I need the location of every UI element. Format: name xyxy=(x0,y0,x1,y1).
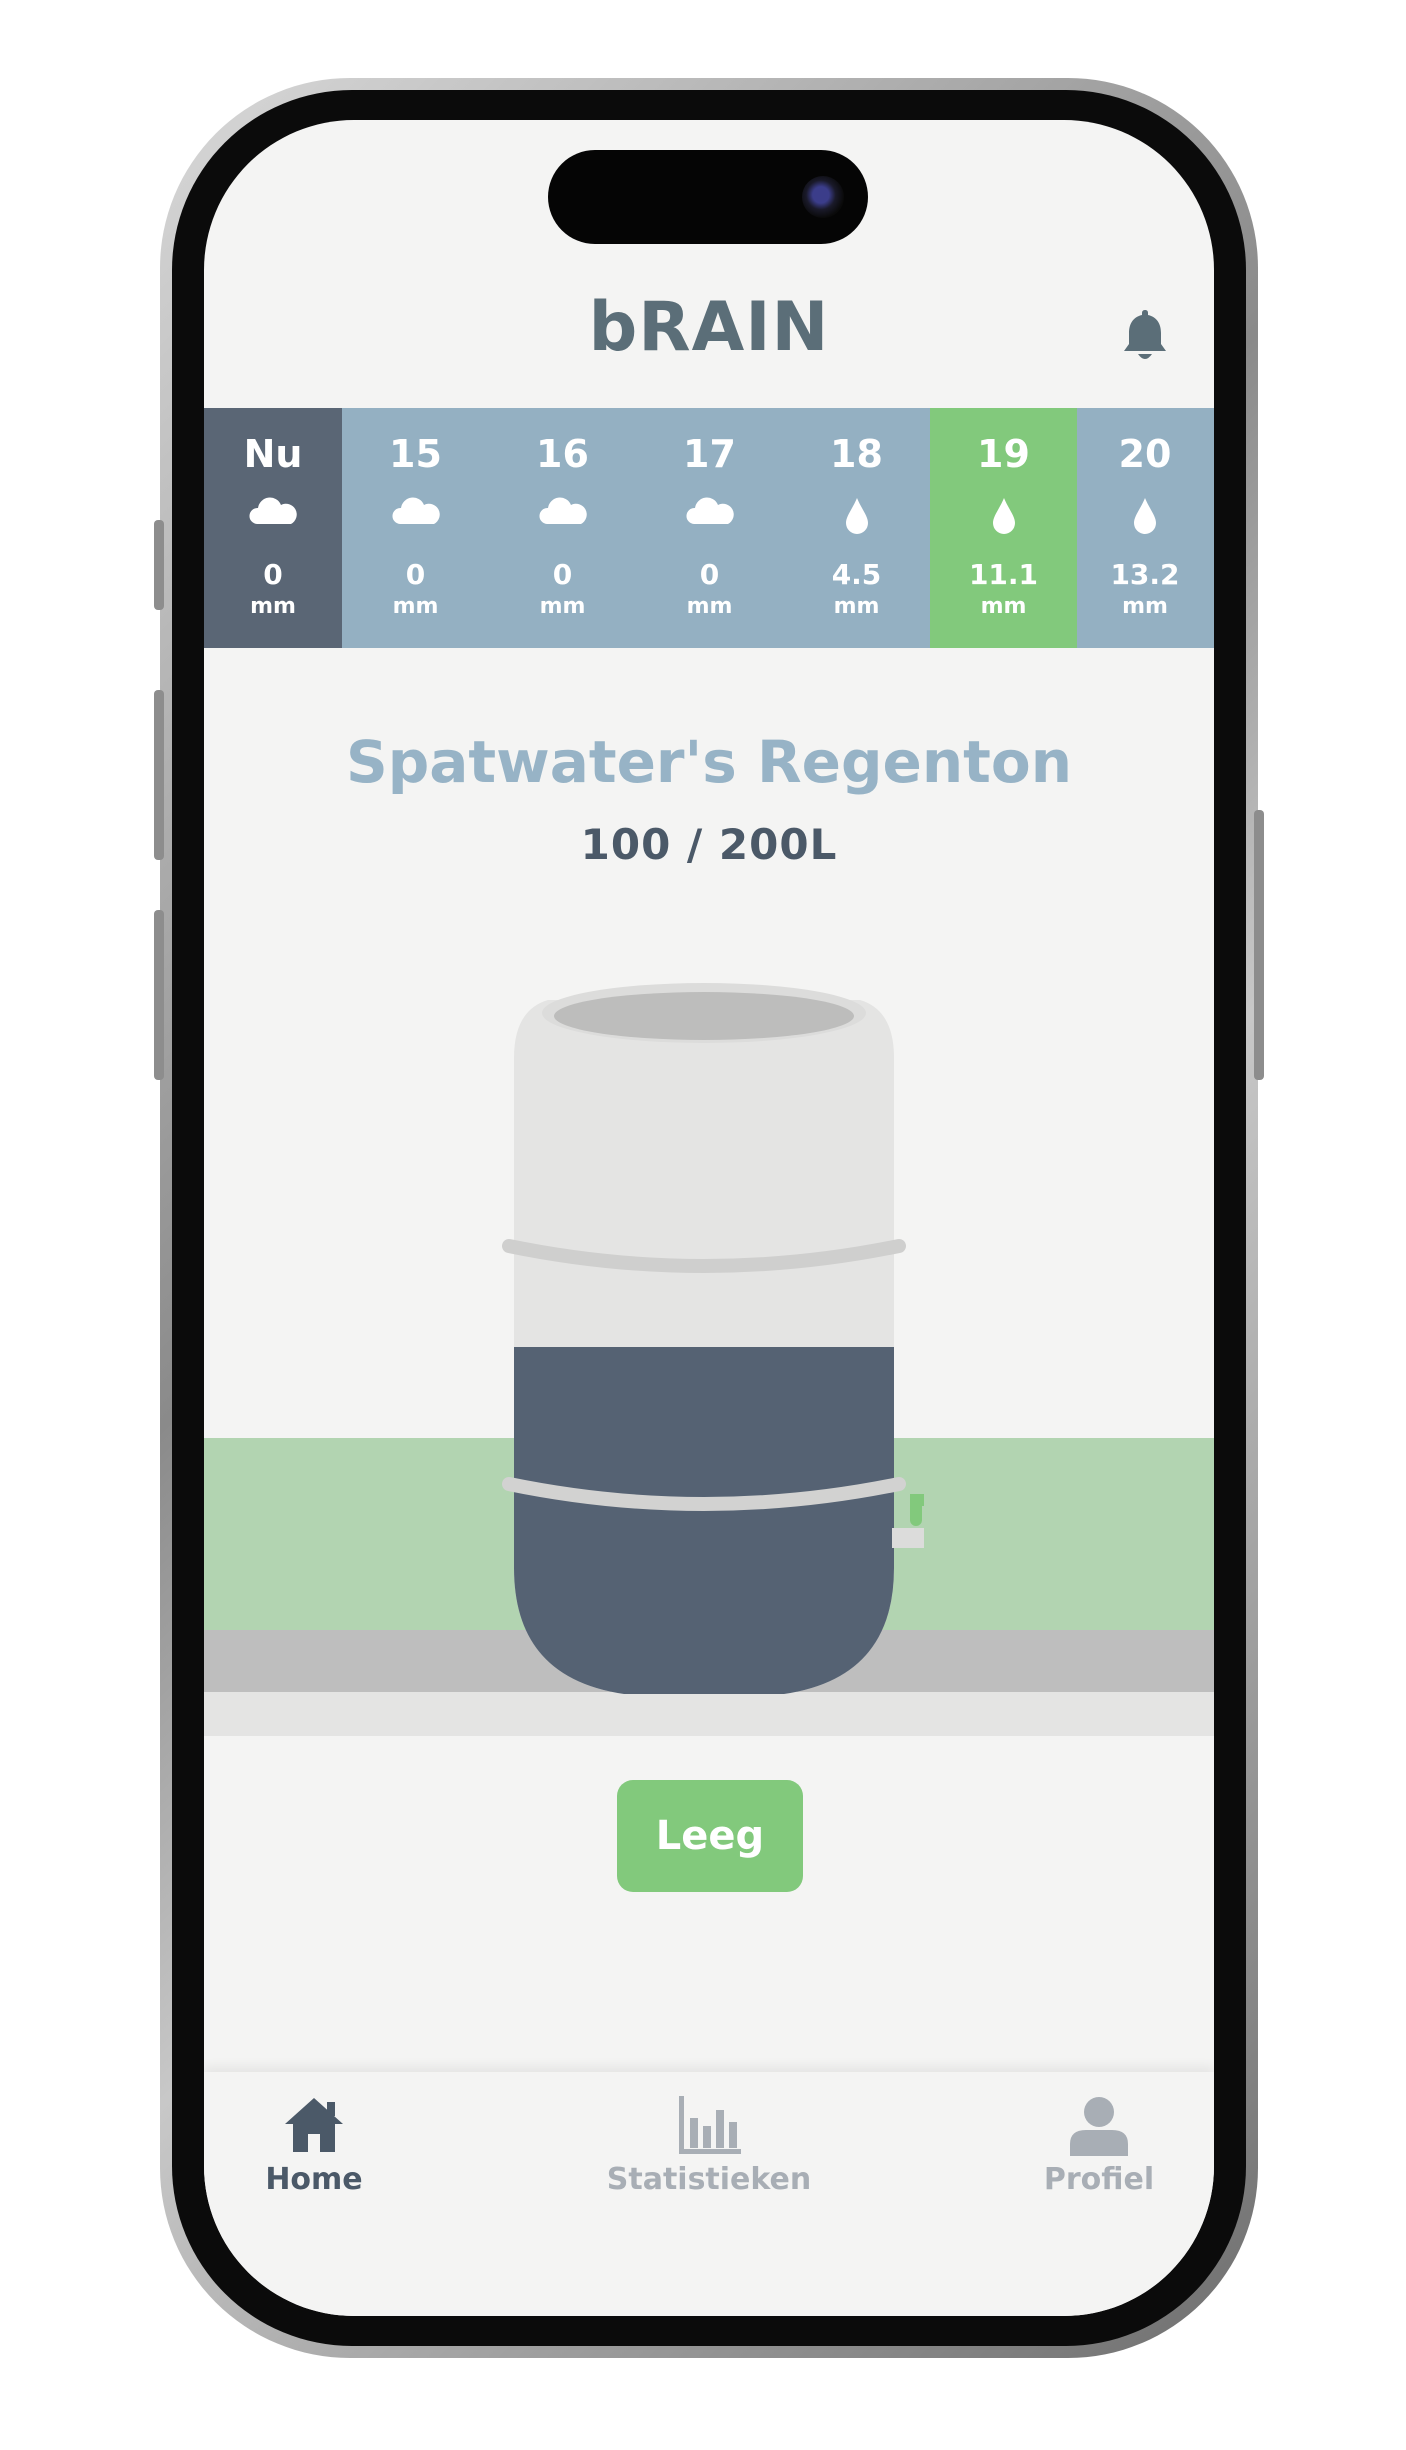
forecast-day-label: Nu xyxy=(243,432,303,476)
tab-statistics[interactable]: Statistieken xyxy=(584,2072,834,2222)
barrel-water-fill xyxy=(514,1347,894,1694)
camera-icon xyxy=(802,176,844,218)
home-icon xyxy=(285,2098,343,2152)
action-button xyxy=(154,520,164,610)
cloud-icon xyxy=(391,497,440,524)
forecast-rain-value: 4.5 xyxy=(831,558,882,591)
raindrop-icon xyxy=(845,498,868,534)
forecast-day-label: 17 xyxy=(683,432,736,476)
volume-up-button xyxy=(154,690,164,860)
forecast-rain-unit: mm xyxy=(539,594,586,619)
forecast-day-20[interactable]: 20 13.2 mm xyxy=(1077,408,1213,648)
cloud-icon xyxy=(685,497,734,524)
forecast-strip: Nu 0 mm 15 0 mm 16 0 mm 17 0 mm 18 4.5 m… xyxy=(204,408,1214,648)
forecast-rain-value: 0 xyxy=(699,558,720,591)
empty-tank-button[interactable]: Leeg xyxy=(617,1780,803,1892)
forecast-rain-unit: mm xyxy=(833,594,880,619)
forecast-day-now[interactable]: Nu 0 mm xyxy=(204,408,342,648)
forecast-rain-unit: mm xyxy=(686,594,733,619)
forecast-day-18[interactable]: 18 4.5 mm xyxy=(783,408,930,648)
forecast-rain-unit: mm xyxy=(980,594,1027,619)
forecast-day-16[interactable]: 16 0 mm xyxy=(489,408,636,648)
dynamic-island xyxy=(548,150,868,244)
forecast-day-15[interactable]: 15 0 mm xyxy=(342,408,489,648)
tap-handle xyxy=(910,1494,924,1526)
user-icon xyxy=(1070,2097,1128,2156)
forecast-day-label: 15 xyxy=(389,432,442,476)
tab-home[interactable]: Home xyxy=(244,2072,384,2222)
tab-statistics-label: Statistieken xyxy=(606,2162,812,2197)
raindrop-icon xyxy=(992,498,1015,534)
raindrop-icon xyxy=(1134,498,1156,534)
forecast-day-19[interactable]: 19 11.1 mm xyxy=(930,408,1077,648)
barrel-opening xyxy=(554,992,854,1040)
cloud-icon xyxy=(538,497,587,524)
forecast-day-17[interactable]: 17 0 mm xyxy=(636,408,783,648)
cloud-icon xyxy=(249,497,297,524)
forecast-day-label: 16 xyxy=(536,432,589,476)
bell-icon[interactable] xyxy=(1120,306,1170,364)
power-button xyxy=(1254,810,1264,1080)
forecast-day-label: 18 xyxy=(830,432,883,476)
tab-home-label: Home xyxy=(265,2162,363,2197)
app-title: bRAIN xyxy=(588,288,830,367)
tap-spout xyxy=(892,1528,924,1548)
volume-down-button xyxy=(154,910,164,1080)
tank-name: Spatwater's Regenton xyxy=(345,728,1073,796)
app-screen: bRAIN Nu 0 mm 15 0 mm 16 0 mm 17 0 mm 18… xyxy=(204,120,1214,2316)
tab-profile[interactable]: Profiel xyxy=(1024,2072,1174,2222)
forecast-rain-unit: mm xyxy=(1122,594,1168,619)
forecast-rain-unit: mm xyxy=(250,594,296,619)
forecast-day-label: 20 xyxy=(1118,432,1172,476)
forecast-rain-value: 0 xyxy=(552,558,573,591)
forecast-rain-value: 11.1 xyxy=(968,558,1039,591)
forecast-rain-value: 0 xyxy=(405,558,426,591)
forecast-day-label: 19 xyxy=(977,432,1030,476)
forecast-rain-unit: mm xyxy=(392,594,439,619)
tab-profile-label: Profiel xyxy=(1043,2162,1155,2197)
forecast-rain-value: 13.2 xyxy=(1110,558,1180,591)
bar-chart-icon xyxy=(679,2096,741,2154)
forecast-rain-value: 0 xyxy=(263,558,283,591)
rain-barrel-illustration xyxy=(502,983,924,1694)
bottom-tab-bar: Home Statistieken Profiel xyxy=(204,2072,1214,2316)
tank-level-text: 100 / 200L xyxy=(580,820,838,869)
